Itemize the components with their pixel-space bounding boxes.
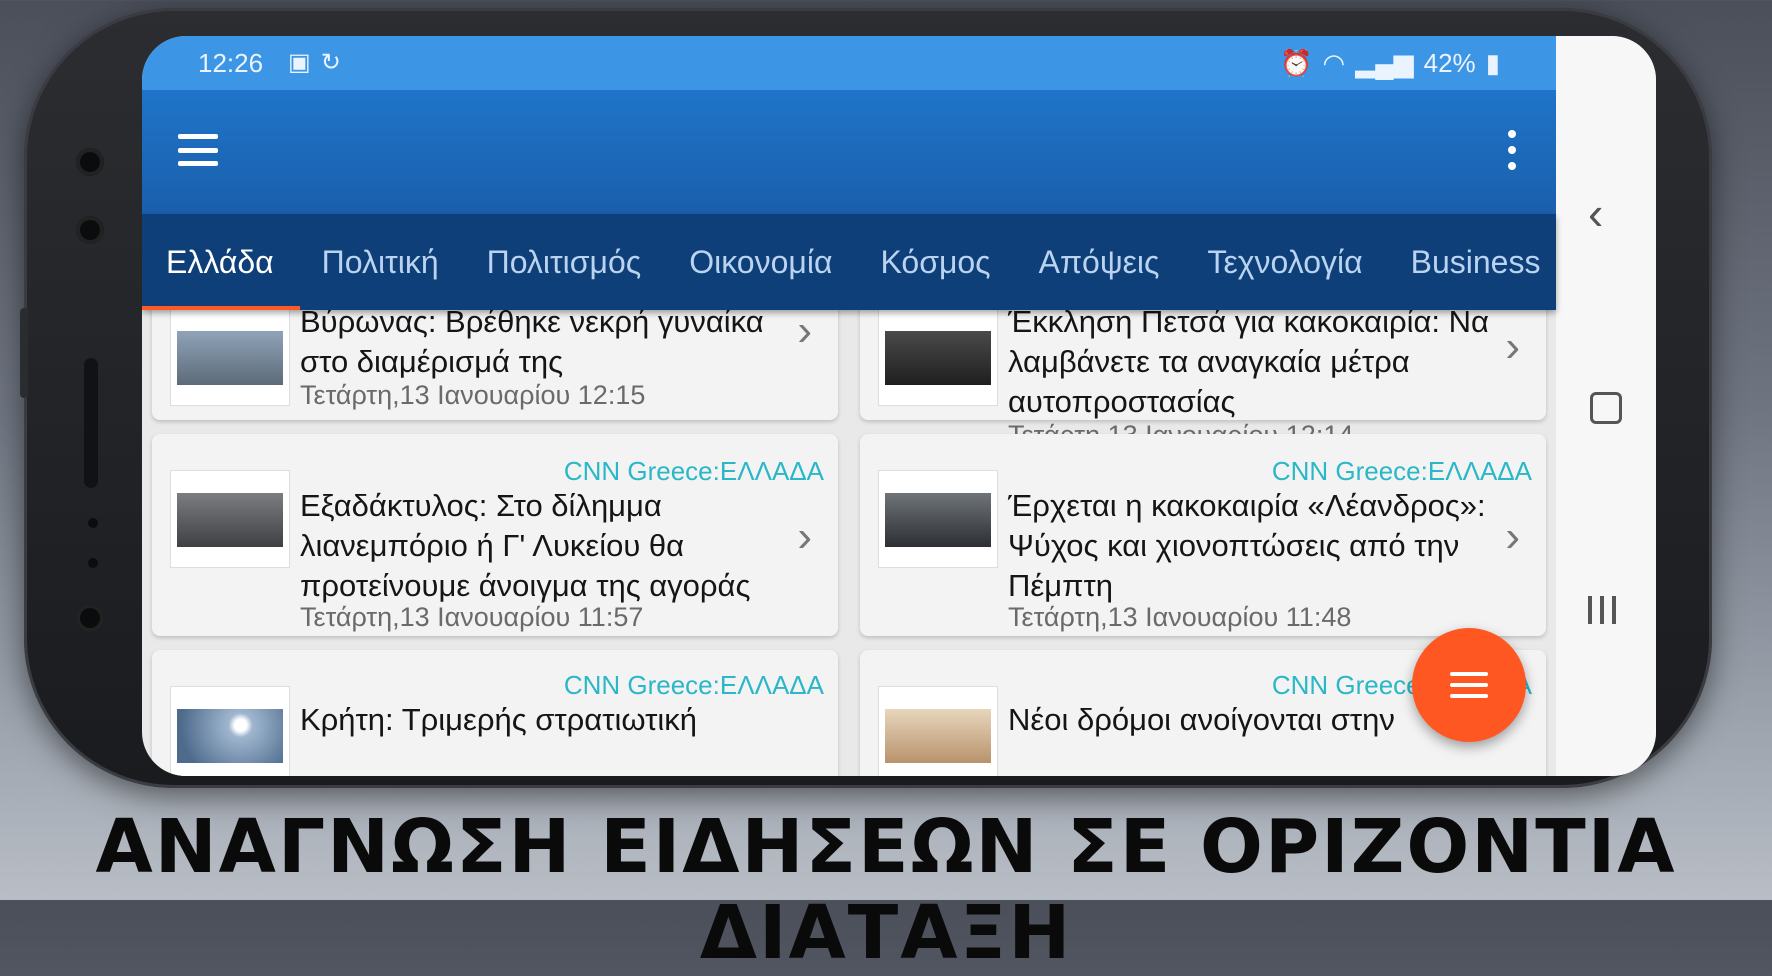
- article-thumbnail: [878, 686, 998, 776]
- article-title: Έκκληση Πετσά για κακοκαιρία: Να λαμβάνε…: [1008, 304, 1489, 419]
- home-icon[interactable]: [1590, 392, 1622, 424]
- sensor-dot: [88, 518, 98, 528]
- article-source: CNN Greece:ΕΛΛΑΔΑ: [563, 670, 824, 700]
- article-title: Εξαδάκτυλος: Στο δίλημμα λιανεμπόριο ή Γ…: [300, 488, 751, 603]
- article-list: Βύρωνας: Βρέθηκε νεκρή γυναίκα στο διαμέ…: [142, 36, 1556, 776]
- tab-kosmos[interactable]: Κόσμος: [856, 244, 1014, 281]
- chevron-right-icon: ›: [1505, 322, 1520, 371]
- article-thumbnail: [878, 470, 998, 568]
- article-card[interactable]: CNN Greece:ΕΛΛΑΔΑ Εξαδάκτυλος: Στο δίλημ…: [152, 434, 838, 636]
- back-icon[interactable]: ‹: [1588, 186, 1603, 240]
- article-thumbnail: [170, 470, 290, 568]
- article-card[interactable]: CNN Greece:ΕΛΛΑΔΑ Κρήτη: Τριμερής στρατι…: [152, 650, 838, 776]
- category-tabs: Ελλάδα Πολιτική Πολιτισμός Οικονομία Κόσ…: [142, 214, 1556, 310]
- recents-icon[interactable]: [1588, 596, 1616, 624]
- active-tab-indicator: [142, 306, 300, 310]
- tab-politiki[interactable]: Πολιτική: [298, 244, 463, 281]
- article-title: Έρχεται η κακοκαιρία «Λέανδρος»: Ψύχος κ…: [1008, 488, 1486, 603]
- front-sensor: [76, 216, 104, 244]
- phone-screen: 12:26 ▣↻ ⏰ ◠ ▂▄▆ 42% ▮ Βύρωνας: Βρέθηκε …: [142, 36, 1656, 776]
- tab-ellada[interactable]: Ελλάδα: [142, 244, 298, 281]
- tab-apopseis[interactable]: Απόψεις: [1015, 244, 1184, 281]
- tab-politismos[interactable]: Πολιτισμός: [463, 244, 666, 281]
- tab-business[interactable]: Business: [1387, 244, 1556, 281]
- article-date: Τετάρτη,13 Ιανουαρίου 12:15: [300, 380, 646, 410]
- phone-frame: 12:26 ▣↻ ⏰ ◠ ▂▄▆ 42% ▮ Βύρωνας: Βρέθηκε …: [20, 8, 1712, 788]
- article-source: CNN Greece:ΕΛΛΑΔΑ: [1271, 456, 1532, 486]
- article-title: Βύρωνας: Βρέθηκε νεκρή γυναίκα στο διαμέ…: [300, 304, 764, 379]
- promo-caption: ΑΝΑΓΝΩΣΗ ΕΙΔΗΣΕΩΝ ΣΕ ΟΡΙΖΟΝΤΙΑ ΔΙΑΤΑΞΗ: [95, 804, 1677, 976]
- list-icon[interactable]: [1412, 628, 1526, 742]
- tab-texnologia[interactable]: Τεχνολογία: [1183, 244, 1386, 281]
- article-date: Τετάρτη,13 Ιανουαρίου 11:48: [1008, 602, 1352, 632]
- front-camera: [76, 148, 104, 176]
- article-source: CNN Greece:ΕΛΛΑΔΑ: [563, 456, 824, 486]
- article-thumbnail: [878, 308, 998, 406]
- chevron-right-icon: ›: [1505, 512, 1520, 561]
- article-thumbnail: [170, 686, 290, 776]
- sensor-dot: [88, 558, 98, 568]
- volume-button: [20, 308, 28, 398]
- chevron-right-icon: ›: [797, 512, 812, 561]
- article-thumbnail: [170, 308, 290, 406]
- tab-oikonomia[interactable]: Οικονομία: [665, 244, 856, 281]
- article-title: Κρήτη: Τριμερής στρατιωτική: [300, 702, 697, 737]
- system-nav-bar: ‹: [1556, 36, 1656, 776]
- chevron-right-icon: ›: [797, 306, 812, 355]
- article-date: Τετάρτη,13 Ιανουαρίου 11:57: [300, 602, 644, 632]
- article-card[interactable]: CNN Greece:ΕΛΛΑΔΑ Έρχεται η κακοκαιρία «…: [860, 434, 1546, 636]
- iris-sensor: [76, 604, 104, 632]
- earpiece-speaker: [84, 358, 98, 488]
